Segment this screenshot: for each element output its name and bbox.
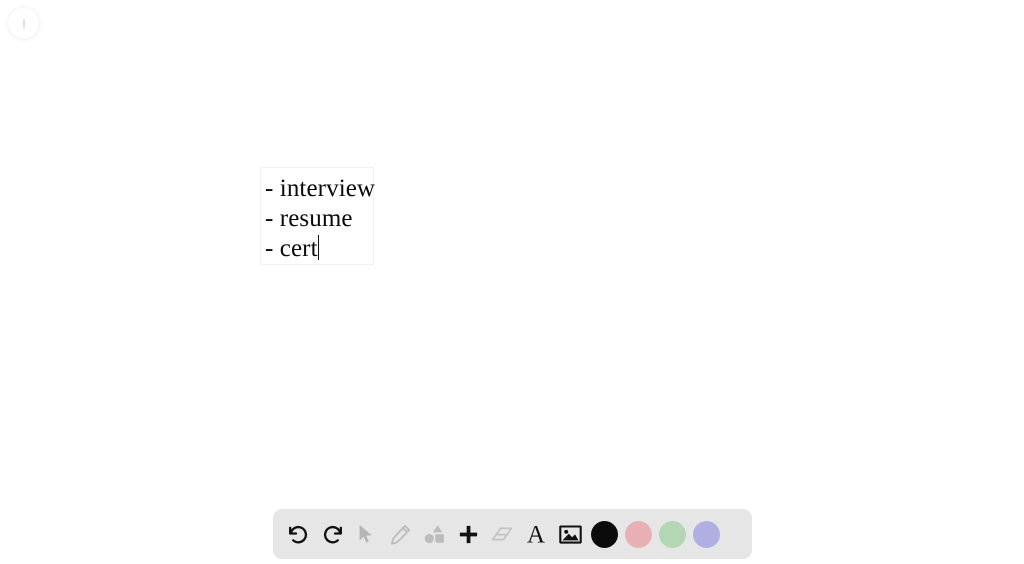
image-icon: [558, 524, 582, 544]
color-swatch-purple[interactable]: [689, 515, 723, 553]
svg-text:A: A: [527, 522, 545, 547]
image-tool[interactable]: [553, 515, 587, 553]
undo-button[interactable]: [281, 515, 315, 553]
eraser-icon: [491, 527, 513, 541]
color-swatch-purple-dot: [692, 520, 720, 548]
plus-icon: [459, 525, 477, 543]
text-element[interactable]: - interview - resume - cert: [260, 167, 376, 265]
pencil-icon: [390, 524, 410, 545]
color-swatch-green[interactable]: [655, 515, 689, 553]
text-line-active: - cert: [265, 234, 320, 264]
text-line: - resume: [265, 205, 353, 232]
drawing-canvas[interactable]: - interview - resume - cert A: [0, 0, 1024, 564]
select-tool[interactable]: [349, 515, 383, 553]
add-tool[interactable]: [451, 515, 485, 553]
color-swatch-green-dot: [658, 520, 686, 548]
shapes-icon: [424, 525, 444, 544]
cursor-icon: [359, 525, 372, 543]
text-line: - interview: [265, 175, 376, 202]
text-a-icon: A: [527, 522, 545, 547]
color-swatch-black[interactable]: [587, 515, 621, 553]
bottom-toolbar: A: [273, 509, 752, 559]
canvas-handle-button[interactable]: [8, 7, 39, 39]
color-swatch-black-dot: [590, 520, 618, 548]
draw-tool[interactable]: [383, 515, 417, 553]
color-swatch-pink[interactable]: [621, 515, 655, 553]
text-line-content: - cert: [265, 235, 318, 262]
eraser-tool[interactable]: [485, 515, 519, 553]
shapes-tool[interactable]: [417, 515, 451, 553]
handle-icon: [22, 18, 25, 28]
text-caret: [317, 235, 320, 260]
undo-icon: [288, 525, 307, 543]
redo-button[interactable]: [315, 515, 349, 553]
color-swatch-pink-dot: [624, 520, 652, 548]
redo-icon: [323, 525, 342, 543]
text-tool[interactable]: A: [519, 515, 553, 553]
